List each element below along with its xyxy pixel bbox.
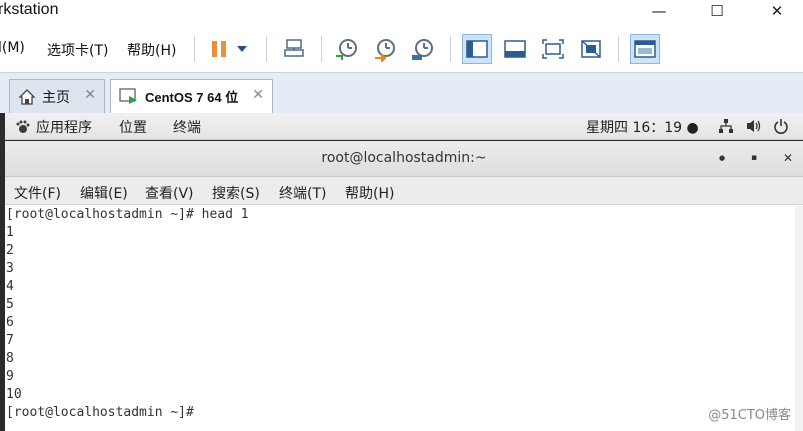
manage-snapshots-icon	[412, 39, 433, 60]
menu-view[interactable]: 查看(V)	[145, 183, 194, 203]
send-keys-icon	[284, 39, 304, 57]
tab-centos[interactable]: CentOS 7 64 位 ✕	[110, 79, 273, 113]
output-line: 4	[6, 279, 14, 294]
revert-snapshot-icon	[375, 39, 395, 62]
power-icon[interactable]	[773, 118, 789, 134]
no-stretch-icon	[581, 40, 601, 58]
output-line: 3	[6, 261, 14, 276]
output-line: 8	[6, 351, 14, 366]
vm-running-icon	[119, 87, 137, 104]
menu-vm[interactable]: l(M)	[0, 40, 25, 56]
terminal-menu-bar: 文件(F) 编辑(E) 查看(V) 搜索(S) 终端(T) 帮助(H)	[5, 177, 803, 205]
output-line: 6	[6, 315, 14, 330]
host-title-bar: rkstation — ☐ ✕	[0, 0, 803, 26]
output-line: 2	[6, 243, 14, 258]
network-icon[interactable]	[718, 118, 734, 134]
minimize-icon: ●	[718, 154, 726, 162]
dropdown-icon	[237, 46, 247, 52]
close-tab-icon[interactable]: ✕	[252, 87, 264, 103]
applications-menu[interactable]: 应用程序	[36, 117, 92, 137]
take-snapshot-button[interactable]	[332, 34, 362, 64]
toolbar-divider	[194, 36, 195, 62]
terminal-close-button[interactable]: ✕	[779, 149, 797, 167]
window-title: rkstation	[0, 1, 59, 18]
close-icon: ✕	[770, 2, 784, 20]
terminal-output[interactable]: [root@localhostadmin ~]# head 1 1 2 3 4 …	[5, 206, 803, 431]
watermark: @51CTO博客	[708, 408, 791, 423]
menu-tabs[interactable]: 选项卡(T)	[47, 40, 108, 60]
host-tab-bar: 主页 ✕ CentOS 7 64 位 ✕	[0, 72, 803, 113]
menu-edit[interactable]: 编辑(E)	[80, 183, 128, 203]
close-window-button[interactable]: ✕	[754, 0, 800, 22]
prompt-line: [root@localhostadmin ~]# head 1	[6, 207, 249, 222]
output-line: 1	[6, 225, 14, 240]
volume-icon[interactable]	[745, 118, 763, 134]
full-screen-button[interactable]	[538, 34, 568, 64]
fit-guest-icon	[466, 40, 488, 58]
console-view-icon	[504, 40, 526, 58]
maximize-icon: ▪	[750, 153, 758, 163]
terminal-minimize-button[interactable]: ●	[713, 149, 731, 167]
toolbar-divider	[321, 36, 322, 62]
terminal-maximize-button[interactable]: ▪	[745, 149, 763, 167]
terminal-menu[interactable]: 终端	[173, 117, 201, 137]
maximize-button[interactable]: ☐	[694, 0, 740, 22]
show-library-button[interactable]	[462, 34, 492, 64]
output-line: 5	[6, 297, 14, 312]
tab-home[interactable]: 主页 ✕	[9, 79, 105, 113]
send-keys-button[interactable]	[279, 34, 309, 64]
full-screen-icon	[542, 39, 564, 59]
home-icon	[18, 88, 36, 105]
host-toolbar: l(M) 选项卡(T) 帮助(H)	[0, 26, 803, 72]
menu-help[interactable]: 帮助(H)	[345, 183, 394, 203]
prompt-line: [root@localhostadmin ~]#	[6, 405, 202, 420]
minimize-icon: —	[651, 2, 667, 20]
menu-file[interactable]: 文件(F)	[14, 183, 61, 203]
power-dropdown-button[interactable]	[230, 34, 254, 64]
toolbar-divider	[618, 36, 619, 62]
snapshot-icon	[336, 39, 357, 60]
output-line: 10	[6, 387, 22, 402]
output-line: 9	[6, 369, 14, 384]
library-icon	[634, 40, 656, 58]
maximize-icon: ☐	[710, 2, 724, 20]
console-view-button[interactable]	[500, 34, 530, 64]
revert-snapshot-button[interactable]	[370, 34, 400, 64]
terminal-scrollbar[interactable]	[795, 206, 803, 431]
pause-icon	[212, 41, 226, 57]
gnome-foot-icon	[16, 120, 30, 133]
unity-button[interactable]	[576, 34, 606, 64]
tab-home-label: 主页	[42, 89, 70, 106]
close-tab-icon[interactable]: ✕	[84, 87, 96, 103]
terminal-title: root@localhostadmin:~	[321, 150, 487, 166]
terminal-window[interactable]: root@localhostadmin:~ ● ▪ ✕ 文件(F) 编辑(E) …	[5, 141, 803, 431]
clock[interactable]: 星期四 16：19 ●	[586, 117, 699, 137]
toolbar-divider	[450, 36, 451, 62]
gnome-top-bar: 应用程序 位置 终端 星期四 16：19 ●	[5, 113, 803, 140]
menu-search[interactable]: 搜索(S)	[212, 183, 260, 203]
manage-snapshots-button[interactable]	[408, 34, 438, 64]
stretch-guest-button[interactable]	[630, 34, 660, 64]
menu-help[interactable]: 帮助(H)	[127, 40, 176, 60]
menu-terminal[interactable]: 终端(T)	[279, 183, 326, 203]
close-icon: ✕	[782, 151, 794, 165]
output-line: 7	[6, 333, 14, 348]
toolbar-divider	[266, 36, 267, 62]
minimize-button[interactable]: —	[636, 0, 682, 22]
vm-display[interactable]: 应用程序 位置 终端 星期四 16：19 ● root@localhostadm…	[0, 113, 803, 431]
terminal-title-bar[interactable]: root@localhostadmin:~ ● ▪ ✕	[5, 141, 803, 177]
places-menu[interactable]: 位置	[119, 117, 147, 137]
tab-centos-label: CentOS 7 64 位	[145, 90, 239, 105]
